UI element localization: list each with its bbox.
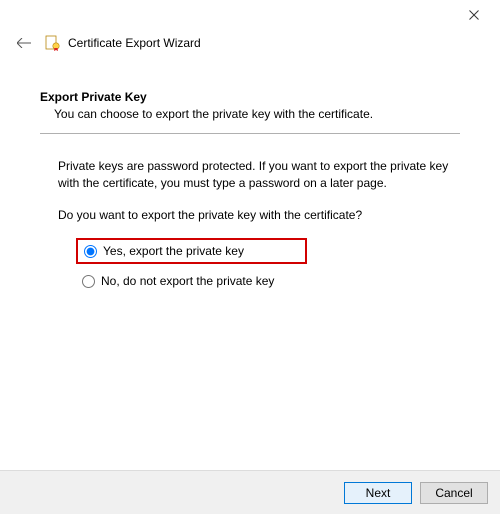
back-arrow-icon [17,38,31,48]
radio-yes-input[interactable] [84,245,97,258]
radio-option-yes[interactable]: Yes, export the private key [76,238,307,264]
radio-option-no[interactable]: No, do not export the private key [76,268,460,294]
radio-yes-label[interactable]: Yes, export the private key [103,244,244,258]
wizard-title: Certificate Export Wizard [68,36,201,50]
cancel-button[interactable]: Cancel [420,482,488,504]
intro-text: Private keys are password protected. If … [40,158,460,193]
back-button[interactable] [16,35,32,51]
close-button[interactable] [456,4,492,26]
titlebar [0,0,500,30]
next-button[interactable]: Next [344,482,412,504]
radio-no-input[interactable] [82,275,95,288]
content-area: Export Private Key You can choose to exp… [0,56,500,294]
certificate-icon [44,35,60,51]
question-text: Do you want to export the private key wi… [40,207,460,224]
divider [40,133,460,134]
radio-no-label[interactable]: No, do not export the private key [101,274,274,288]
wizard-header: Certificate Export Wizard [0,30,500,56]
section-title: Export Private Key [40,90,460,104]
close-icon [469,10,479,20]
footer-bar: Next Cancel [0,470,500,514]
export-key-radio-group: Yes, export the private key No, do not e… [40,238,460,294]
section-subtitle: You can choose to export the private key… [40,107,460,121]
